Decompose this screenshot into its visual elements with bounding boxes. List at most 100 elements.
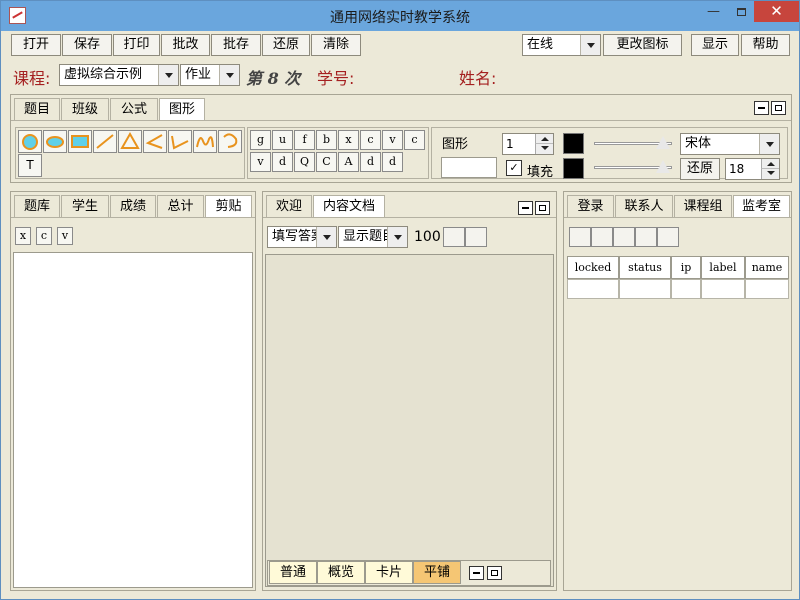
ellipse-tool-button[interactable]: [43, 130, 67, 153]
letter-cc-button[interactable]: C: [316, 152, 337, 172]
letter-u-button[interactable]: u: [272, 130, 293, 150]
display-mode-combo[interactable]: 显示题目: [338, 226, 408, 248]
tab-content-document[interactable]: 内容文档: [313, 195, 385, 218]
view-normal-tab[interactable]: 普通: [269, 561, 317, 584]
column-header-label[interactable]: label: [701, 256, 745, 279]
triangle-tool-button[interactable]: [118, 130, 142, 153]
view-card-tab[interactable]: 卡片: [365, 561, 413, 584]
spin-up-icon[interactable]: [761, 159, 779, 169]
table-cell[interactable]: [567, 279, 619, 299]
tab-question-bank[interactable]: 题库: [14, 195, 60, 217]
tab-course-group[interactable]: 课程组: [674, 195, 732, 217]
zoom-in-button[interactable]: [465, 227, 487, 247]
letter-q-button[interactable]: Q: [294, 152, 315, 172]
opacity-slider[interactable]: [594, 134, 672, 152]
tab-class[interactable]: 班级: [61, 98, 109, 120]
monitor-action-button-3[interactable]: [613, 227, 635, 247]
clip-c-button[interactable]: c: [36, 227, 52, 245]
restore-button[interactable]: 还原: [262, 34, 310, 56]
clip-x-button[interactable]: x: [15, 227, 31, 245]
tab-graphics[interactable]: 图形: [159, 98, 205, 121]
font-size-spinner[interactable]: 18: [725, 158, 780, 180]
tools-minimize-button[interactable]: [754, 101, 769, 115]
wave-tool-button[interactable]: [193, 130, 217, 153]
letter-c-button[interactable]: c: [360, 130, 381, 150]
column-header-ip[interactable]: ip: [671, 256, 701, 279]
line-width-spinner[interactable]: 1: [502, 133, 554, 155]
tab-exam-room[interactable]: 监考室: [733, 195, 790, 218]
letter-d3-button[interactable]: d: [382, 152, 403, 172]
save-button[interactable]: 保存: [62, 34, 112, 56]
spin-down-icon[interactable]: [761, 169, 779, 179]
table-cell[interactable]: [619, 279, 671, 299]
letter-c2-button[interactable]: c: [404, 130, 425, 150]
tab-formula[interactable]: 公式: [110, 98, 158, 120]
view-overview-tab[interactable]: 概览: [317, 561, 365, 584]
text-tool-button[interactable]: T: [18, 154, 42, 177]
content-minimize-button[interactable]: [518, 201, 533, 215]
clipboard-area[interactable]: [13, 252, 253, 588]
maximize-window-button[interactable]: [728, 1, 754, 22]
content-maximize-button[interactable]: [535, 201, 550, 215]
close-window-button[interactable]: ✕: [754, 1, 799, 22]
course-combo[interactable]: 虚拟综合示例: [59, 64, 179, 86]
letter-b-button[interactable]: b: [316, 130, 337, 150]
column-header-status[interactable]: status: [619, 256, 671, 279]
font-combo[interactable]: 宋体: [680, 133, 780, 155]
table-cell[interactable]: [701, 279, 745, 299]
print-button[interactable]: 打印: [113, 34, 160, 56]
tab-students[interactable]: 学生: [61, 195, 109, 217]
column-header-name[interactable]: name: [745, 256, 789, 279]
angle-tool-button[interactable]: [143, 130, 167, 153]
line-color-swatch[interactable]: [563, 133, 584, 154]
table-cell[interactable]: [745, 279, 789, 299]
clear-button[interactable]: 清除: [311, 34, 361, 56]
fill-checkbox[interactable]: ✓: [506, 160, 522, 176]
zoom-out-button[interactable]: [443, 227, 465, 247]
tab-scores[interactable]: 成绩: [110, 195, 156, 217]
slider-thumb-icon[interactable]: [656, 160, 670, 173]
letter-d-button[interactable]: d: [272, 152, 293, 172]
slider-thumb-icon[interactable]: [656, 136, 670, 149]
grade-save-button[interactable]: 批存: [211, 34, 261, 56]
line-slider[interactable]: [594, 158, 672, 176]
font-restore-button[interactable]: 还原: [680, 158, 720, 180]
view-minimize-button[interactable]: [469, 566, 484, 580]
open-button[interactable]: 打开: [11, 34, 61, 56]
table-cell[interactable]: [671, 279, 701, 299]
polyline-tool-button[interactable]: [168, 130, 192, 153]
tab-clipboard[interactable]: 剪贴: [205, 195, 252, 218]
line-tool-button[interactable]: [93, 130, 117, 153]
view-tile-tab[interactable]: 平铺: [413, 561, 461, 584]
minimize-window-button[interactable]: —: [700, 1, 727, 22]
letter-d2-button[interactable]: d: [360, 152, 381, 172]
answer-mode-combo[interactable]: 填写答案: [267, 226, 337, 248]
fill-color-swatch[interactable]: [563, 158, 584, 179]
letter-f-button[interactable]: f: [294, 130, 315, 150]
letter-g-button[interactable]: g: [250, 130, 271, 150]
letter-v2-button[interactable]: v: [250, 152, 271, 172]
letter-a-button[interactable]: A: [338, 152, 359, 172]
spin-up-icon[interactable]: [535, 134, 553, 144]
content-area[interactable]: [265, 254, 554, 587]
circle-tool-button[interactable]: [18, 130, 42, 153]
monitor-action-button-5[interactable]: [657, 227, 679, 247]
clip-v-button[interactable]: v: [57, 227, 73, 245]
tools-maximize-button[interactable]: [771, 101, 786, 115]
status-combo[interactable]: 在线: [522, 34, 601, 56]
tab-total[interactable]: 总计: [157, 195, 204, 217]
monitor-action-button-2[interactable]: [591, 227, 613, 247]
tab-welcome[interactable]: 欢迎: [266, 195, 312, 217]
tab-login[interactable]: 登录: [567, 195, 614, 217]
monitor-action-button-1[interactable]: [569, 227, 591, 247]
rectangle-tool-button[interactable]: [68, 130, 92, 153]
monitor-action-button-4[interactable]: [635, 227, 657, 247]
spin-down-icon[interactable]: [535, 144, 553, 154]
type-combo[interactable]: 作业: [180, 64, 240, 86]
show-button[interactable]: 显示: [691, 34, 739, 56]
letter-v-button[interactable]: v: [382, 130, 403, 150]
tab-contacts[interactable]: 联系人: [615, 195, 673, 217]
view-maximize-button[interactable]: [487, 566, 502, 580]
column-header-locked[interactable]: locked: [567, 256, 619, 279]
arc-tool-button[interactable]: [218, 130, 242, 153]
